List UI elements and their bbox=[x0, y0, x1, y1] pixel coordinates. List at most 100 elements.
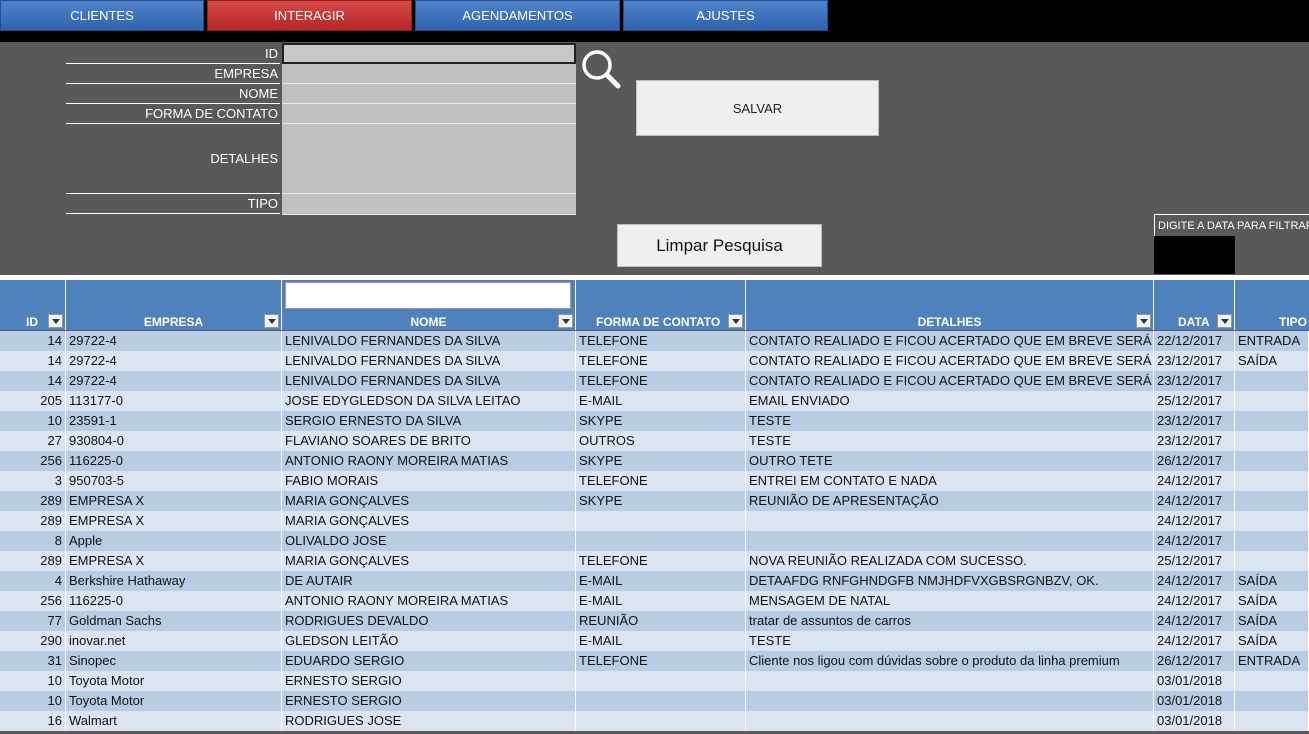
cell-empresa[interactable]: 29722-4 bbox=[66, 351, 282, 371]
cell-forma[interactable] bbox=[576, 511, 746, 531]
cell-data[interactable]: 26/12/2017 bbox=[1154, 651, 1235, 671]
cell-id[interactable]: 27 bbox=[0, 431, 66, 451]
empresa-input[interactable] bbox=[282, 64, 576, 84]
cell-nome[interactable]: JOSE EDYGLEDSON DA SILVA LEITAO bbox=[282, 391, 576, 411]
cell-forma[interactable]: TELEFONE bbox=[576, 471, 746, 491]
cell-forma[interactable]: E-MAIL bbox=[576, 631, 746, 651]
cell-forma[interactable]: TELEFONE bbox=[576, 551, 746, 571]
nome-input[interactable] bbox=[282, 84, 576, 104]
cell-data[interactable]: 24/12/2017 bbox=[1154, 511, 1235, 531]
cell-data[interactable]: 24/12/2017 bbox=[1154, 571, 1235, 591]
cell-detalhes[interactable]: CONTATO REALIADO E FICOU ACERTADO QUE EM… bbox=[746, 331, 1154, 351]
cell-data[interactable]: 24/12/2017 bbox=[1154, 611, 1235, 631]
nav-ajustes-button[interactable]: AJUSTES bbox=[623, 0, 828, 31]
cell-detalhes[interactable]: REUNIÃO DE APRESENTAÇÃO bbox=[746, 491, 1154, 511]
cell-nome[interactable]: ANTONIO RAONY MOREIRA MATIAS bbox=[282, 451, 576, 471]
cell-tipo[interactable] bbox=[1235, 371, 1309, 391]
table-row[interactable]: 14 29722-4 LENIVALDO FERNANDES DA SILVA TEL… bbox=[0, 351, 1309, 371]
cell-data[interactable]: 03/01/2018 bbox=[1154, 691, 1235, 711]
cell-nome[interactable]: ERNESTO SERGIO bbox=[282, 691, 576, 711]
cell-nome[interactable]: EDUARDO SERGIO bbox=[282, 651, 576, 671]
cell-empresa[interactable]: 29722-4 bbox=[66, 371, 282, 391]
cell-nome[interactable]: MARIA GONÇALVES bbox=[282, 491, 576, 511]
cell-id[interactable]: 289 bbox=[0, 511, 66, 531]
cell-empresa[interactable]: Toyota Motor bbox=[66, 671, 282, 691]
cell-data[interactable]: 24/12/2017 bbox=[1154, 471, 1235, 491]
cell-empresa[interactable]: EMPRESA X bbox=[66, 551, 282, 571]
table-row[interactable]: 31 Sinopec EDUARDO SERGIO TELEFONE Cliente n… bbox=[0, 651, 1309, 671]
cell-id[interactable]: 10 bbox=[0, 671, 66, 691]
cell-detalhes[interactable] bbox=[746, 691, 1154, 711]
table-row[interactable]: 10 Toyota Motor ERNESTO SERGIO 03/01/2018 bbox=[0, 671, 1309, 691]
cell-empresa[interactable]: 950703-5 bbox=[66, 471, 282, 491]
cell-tipo[interactable] bbox=[1235, 411, 1309, 431]
table-row[interactable]: 14 29722-4 LENIVALDO FERNANDES DA SILVA TEL… bbox=[0, 371, 1309, 391]
chevron-down-icon[interactable] bbox=[728, 314, 743, 328]
cell-id[interactable]: 10 bbox=[0, 411, 66, 431]
cell-forma[interactable] bbox=[576, 671, 746, 691]
cell-empresa[interactable]: 930804-0 bbox=[66, 431, 282, 451]
cell-forma[interactable] bbox=[576, 531, 746, 551]
cell-forma[interactable]: TELEFONE bbox=[576, 351, 746, 371]
cell-forma[interactable]: SKYPE bbox=[576, 451, 746, 471]
table-row[interactable]: 14 29722-4 LENIVALDO FERNANDES DA SILVA TEL… bbox=[0, 331, 1309, 351]
cell-data[interactable]: 24/12/2017 bbox=[1154, 591, 1235, 611]
cell-tipo[interactable] bbox=[1235, 551, 1309, 571]
cell-data[interactable]: 23/12/2017 bbox=[1154, 431, 1235, 451]
cell-empresa[interactable]: Walmart bbox=[66, 711, 282, 731]
cell-nome[interactable]: MARIA GONÇALVES bbox=[282, 551, 576, 571]
cell-tipo[interactable]: SAÍDA bbox=[1235, 351, 1309, 371]
cell-forma[interactable]: OUTROS bbox=[576, 431, 746, 451]
search-icon[interactable] bbox=[580, 48, 622, 90]
cell-detalhes[interactable]: TESTE bbox=[746, 431, 1154, 451]
cell-tipo[interactable] bbox=[1235, 691, 1309, 711]
cell-nome[interactable]: MARIA GONÇALVES bbox=[282, 511, 576, 531]
tipo-input[interactable] bbox=[282, 194, 576, 215]
cell-id[interactable]: 77 bbox=[0, 611, 66, 631]
cell-detalhes[interactable]: CONTATO REALIADO E FICOU ACERTADO QUE EM… bbox=[746, 351, 1154, 371]
table-row[interactable]: 3 950703-5 FABIO MORAIS TELEFONE ENTREI EM C… bbox=[0, 471, 1309, 491]
filter-date-input[interactable] bbox=[1154, 236, 1235, 274]
cell-tipo[interactable] bbox=[1235, 511, 1309, 531]
cell-empresa[interactable]: 113177-0 bbox=[66, 391, 282, 411]
cell-detalhes[interactable]: CONTATO REALIADO E FICOU ACERTADO QUE EM… bbox=[746, 371, 1154, 391]
cell-forma[interactable]: TELEFONE bbox=[576, 331, 746, 351]
cell-forma[interactable]: E-MAIL bbox=[576, 391, 746, 411]
cell-id[interactable]: 8 bbox=[0, 531, 66, 551]
cell-empresa[interactable]: Berkshire Hathaway bbox=[66, 571, 282, 591]
cell-id[interactable]: 10 bbox=[0, 691, 66, 711]
limpar-pesquisa-button[interactable]: Limpar Pesquisa bbox=[617, 224, 822, 267]
table-row[interactable]: 289 EMPRESA X MARIA GONÇALVES 24/12/2017 bbox=[0, 511, 1309, 531]
cell-nome[interactable]: FLAVIANO SOARES DE BRITO bbox=[282, 431, 576, 451]
cell-data[interactable]: 03/01/2018 bbox=[1154, 711, 1235, 731]
detalhes-input[interactable] bbox=[282, 124, 576, 194]
cell-nome[interactable]: OLIVALDO JOSE bbox=[282, 531, 576, 551]
cell-empresa[interactable]: EMPRESA X bbox=[66, 491, 282, 511]
table-row[interactable]: 290 inovar.net GLEDSON LEITÃO E-MAIL TESTE 24… bbox=[0, 631, 1309, 651]
cell-data[interactable]: 25/12/2017 bbox=[1154, 391, 1235, 411]
cell-tipo[interactable]: SAÍDA bbox=[1235, 611, 1309, 631]
cell-empresa[interactable]: 116225-0 bbox=[66, 591, 282, 611]
cell-nome[interactable]: GLEDSON LEITÃO bbox=[282, 631, 576, 651]
cell-tipo[interactable] bbox=[1235, 531, 1309, 551]
cell-detalhes[interactable]: TESTE bbox=[746, 411, 1154, 431]
chevron-down-icon[interactable] bbox=[558, 314, 573, 328]
table-row[interactable]: 16 Walmart RODRIGUES JOSE 03/01/2018 bbox=[0, 711, 1309, 731]
cell-detalhes[interactable]: MENSAGEM DE NATAL bbox=[746, 591, 1154, 611]
table-row[interactable]: 77 Goldman Sachs RODRIGUES DEVALDO REUNIÃO t… bbox=[0, 611, 1309, 631]
cell-id[interactable]: 289 bbox=[0, 491, 66, 511]
cell-detalhes[interactable] bbox=[746, 711, 1154, 731]
cell-tipo[interactable] bbox=[1235, 391, 1309, 411]
cell-tipo[interactable]: ENTRADA bbox=[1235, 651, 1309, 671]
nav-clientes-button[interactable]: CLIENTES bbox=[0, 0, 204, 31]
cell-tipo[interactable] bbox=[1235, 671, 1309, 691]
cell-nome[interactable]: RODRIGUES JOSE bbox=[282, 711, 576, 731]
cell-tipo[interactable]: ENTRADA bbox=[1235, 331, 1309, 351]
cell-detalhes[interactable]: tratar de assuntos de carros bbox=[746, 611, 1154, 631]
chevron-down-icon[interactable] bbox=[1136, 314, 1151, 328]
cell-id[interactable]: 290 bbox=[0, 631, 66, 651]
cell-nome[interactable]: LENIVALDO FERNANDES DA SILVA bbox=[282, 331, 576, 351]
cell-id[interactable]: 256 bbox=[0, 591, 66, 611]
cell-detalhes[interactable] bbox=[746, 671, 1154, 691]
table-row[interactable]: 10 23591-1 SERGIO ERNESTO DA SILVA SKYPE TES… bbox=[0, 411, 1309, 431]
